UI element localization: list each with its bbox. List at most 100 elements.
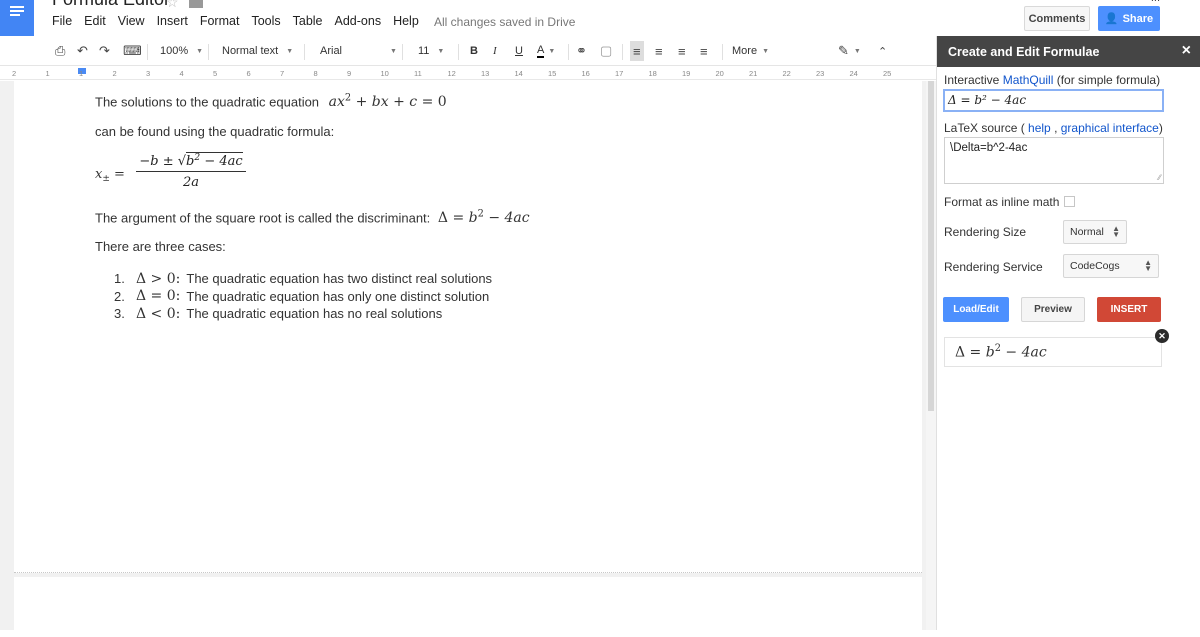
menu-add-ons[interactable]: Add-ons (329, 14, 388, 28)
list-number: 2. (114, 288, 125, 304)
rendering-service-label: Rendering Service (944, 260, 1043, 274)
folder-icon[interactable] (189, 0, 203, 8)
panel-title: Create and Edit Formulae (948, 45, 1100, 59)
ruler-tick: 1 (45, 69, 50, 78)
paint-format-icon[interactable]: ⌨ (123, 36, 142, 66)
document-title[interactable]: Formula Editor (52, 0, 170, 10)
toolbar: ⎙ ↶ ↷ ⌨ 100% ▼ Normal text ▼ Arial ▼ 11 ▼ B … (0, 36, 936, 66)
resize-grip-icon[interactable]: ∕∕ (1158, 173, 1161, 182)
list-number: 3. (114, 306, 125, 322)
ruler-tick: 18 (648, 69, 657, 78)
ruler-tick: 22 (782, 69, 791, 78)
remove-preview-icon[interactable]: ✕ (1155, 329, 1169, 343)
menu-insert[interactable]: Insert (151, 14, 194, 28)
latex-source-value: \Delta=b^2-4ac (950, 142, 1028, 154)
undo-icon[interactable]: ↶ (77, 36, 88, 66)
docs-logo-icon[interactable] (0, 0, 34, 36)
mathquill-link[interactable]: MathQuill (1003, 73, 1054, 87)
latex-source-textarea[interactable]: \Delta=b^2-4ac ∕∕ (944, 137, 1164, 184)
share-label: Share (1122, 12, 1154, 25)
text-color-label: A (537, 44, 545, 58)
redo-icon[interactable]: ↷ (99, 36, 110, 66)
menu-bar: File Edit View Insert Format Tools Table… (46, 14, 425, 28)
bold-button[interactable]: B (470, 36, 478, 66)
comments-button[interactable]: Comments (1024, 6, 1090, 31)
ruler-tick: 16 (581, 69, 590, 78)
formula-lhs[interactable]: x± = (95, 167, 125, 184)
ruler-tick: 4 (179, 69, 184, 78)
menu-tools[interactable]: Tools (245, 14, 286, 28)
paragraph-2: can be found using the quadratic formula… (95, 124, 335, 139)
paragraph-1: The solutions to the quadratic equation … (95, 93, 447, 110)
menu-format[interactable]: Format (194, 14, 246, 28)
menu-file[interactable]: File (46, 14, 78, 28)
align-center-icon[interactable]: ≡ (655, 36, 663, 66)
list-item: 1. Δ > 0: The quadratic equation has two… (114, 270, 492, 288)
ruler-tick: 9 (347, 69, 352, 78)
insert-button[interactable]: INSERT (1097, 297, 1161, 322)
menu-edit[interactable]: Edit (78, 14, 112, 28)
menu-help[interactable]: Help (387, 14, 425, 28)
align-left-icon[interactable]: ≡ (630, 41, 644, 61)
load-edit-button[interactable]: Load/Edit (943, 297, 1009, 322)
ruler-tick: 14 (514, 69, 523, 78)
person-icon: 👤 (1104, 13, 1119, 25)
font-size-select[interactable]: 11 ▼ (418, 36, 444, 66)
ruler-tick: 13 (481, 69, 490, 78)
label-text: Interactive (944, 73, 1003, 87)
underline-button[interactable]: U (515, 36, 523, 66)
more-button[interactable]: More ▼ (732, 36, 769, 66)
ruler-tick: 21 (749, 69, 758, 78)
ruler-tick: 7 (280, 69, 285, 78)
rendering-size-select[interactable]: Normal ▲ ▼ (1063, 220, 1127, 244)
share-button[interactable]: 👤 Share (1098, 6, 1160, 31)
print-icon[interactable]: ⎙ (55, 36, 65, 66)
mathquill-label: Interactive MathQuill (for simple formul… (944, 73, 1160, 87)
label-text: (for simple formula) (1053, 73, 1161, 87)
select-arrows-icon: ▲ ▼ (1112, 224, 1120, 239)
help-link[interactable]: help (1028, 121, 1051, 135)
zoom-select[interactable]: 100% ▼ (160, 36, 203, 66)
case-condition[interactable]: Δ < 0: (136, 306, 180, 322)
italic-button[interactable]: I (493, 36, 497, 66)
case-condition[interactable]: Δ = 0: (136, 288, 180, 304)
mathquill-input[interactable]: Δ = b² − 4ac (943, 89, 1164, 112)
save-status[interactable]: All changes saved in Drive (434, 15, 575, 29)
list-number: 1. (114, 271, 125, 287)
document-page-2[interactable] (14, 577, 922, 637)
document-page[interactable]: The solutions to the quadratic equation … (14, 81, 922, 573)
quadratic-equation[interactable]: ax2 + bx + c = 0 (329, 93, 447, 110)
link-icon[interactable]: ⚭ (576, 36, 587, 66)
close-icon[interactable]: × (1182, 42, 1191, 60)
style-select[interactable]: Normal text ▼ (222, 36, 293, 66)
select-arrows-icon: ▲ ▼ (1144, 258, 1152, 273)
preview-button[interactable]: Preview (1021, 297, 1085, 322)
align-right-icon[interactable]: ≡ (678, 36, 686, 66)
font-select[interactable]: Arial ▼ (320, 36, 397, 66)
case-condition[interactable]: Δ > 0: (136, 271, 180, 287)
menu-view[interactable]: View (112, 14, 151, 28)
paragraph-3-text: The argument of the square root is calle… (95, 210, 431, 226)
collapse-icon[interactable]: ⌃ (878, 36, 887, 66)
document-scrollbar[interactable] (926, 81, 936, 630)
document-area: The solutions to the quadratic equation … (0, 81, 936, 637)
account-email[interactable]: ... (1151, 0, 1160, 4)
zoom-value: 100% (160, 45, 189, 57)
justify-icon[interactable]: ≡ (700, 36, 708, 66)
ruler-tick: 17 (615, 69, 624, 78)
latex-label: LaTeX source ( help , graphical interfac… (944, 121, 1163, 135)
case-text: The quadratic equation has no real solut… (186, 306, 443, 322)
star-icon[interactable]: ☆ (166, 0, 179, 11)
graphical-interface-link[interactable]: graphical interface (1061, 121, 1159, 135)
inline-math-checkbox[interactable] (1064, 196, 1075, 207)
comment-icon[interactable]: ▢ (600, 36, 612, 66)
ruler[interactable]: 2 1 1 2 3 4 5 6 7 8 9 10 11 12 13 14 15 16 17 18 19 20 21 22 23 2… (0, 66, 936, 80)
rendering-service-select[interactable]: CodeCogs ▲ ▼ (1063, 254, 1159, 278)
pencil-icon[interactable]: ✎ ▼ (838, 36, 861, 66)
discriminant-formula[interactable]: Δ = b2 − 4ac (438, 209, 530, 226)
quadratic-formula[interactable]: −b ± √b2 − 4ac 2a (136, 152, 246, 190)
menu-table[interactable]: Table (287, 14, 329, 28)
scrollbar-thumb[interactable] (928, 81, 934, 411)
formula-preview[interactable]: Δ = b2 − 4ac (944, 337, 1162, 367)
text-color-button[interactable]: A ▼ (537, 36, 555, 66)
